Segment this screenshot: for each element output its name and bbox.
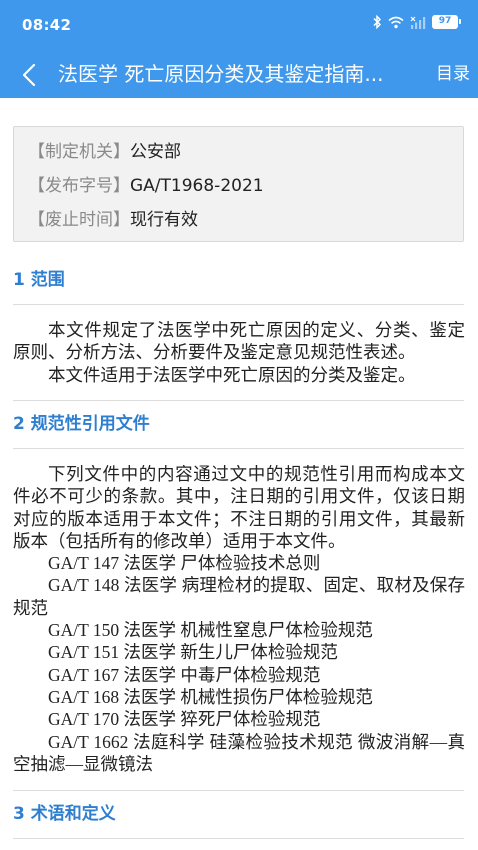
reference-item: GA/T 168 法医学 机械性损伤尸体检验规范 (48, 686, 373, 707)
section-divider (13, 448, 464, 449)
document-content[interactable]: 【制定机关】公安部 【发布字号】GA/T1968-2021 【废止时间】现行有效… (0, 98, 478, 850)
section-heading-scope: 1 范围 (13, 270, 65, 290)
paragraph: 下列文件中的内容通过文中的规范性引用而构成本文件必不可少的条款。其中，注日期的引… (13, 464, 465, 551)
reference-item: GA/T 148 法医学 病理检材的提取、固定、取材及保存规范 (13, 575, 465, 618)
meta-label: 【废止时间】 (28, 210, 130, 230)
section-divider (13, 304, 464, 305)
section-divider (13, 790, 464, 791)
chevron-left-icon (22, 63, 36, 87)
meta-row-expiry: 【废止时间】现行有效 (28, 203, 463, 237)
meta-value: 公安部 (130, 142, 181, 162)
reference-item: GA/T 1662 法庭科学 硅藻检验技术规范 微波消解—真空抽滤—显微镜法 (13, 731, 465, 774)
reference-item: GA/T 151 法医学 新生儿尸体检验规范 (48, 642, 338, 663)
reference-item: GA/T 150 法医学 机械性窒息尸体检验规范 (48, 620, 373, 641)
paragraph: 本文件规定了法医学中死亡原因的定义、分类、鉴定原则、分析方法、分析要件及鉴定意见… (13, 320, 465, 363)
meta-label: 【发布字号】 (28, 176, 130, 196)
meta-value: GA/T1968-2021 (130, 176, 264, 196)
reference-item: GA/T 167 法医学 中毒尸体检验规范 (48, 664, 321, 685)
toc-button[interactable]: 目录 (436, 60, 470, 88)
status-time: 08:42 (22, 16, 72, 34)
section-divider (13, 838, 464, 839)
battery-icon: 97 (432, 15, 461, 29)
section-heading-normative-refs: 2 规范性引用文件 (13, 414, 150, 434)
page-title: 法医学 死亡原因分类及其鉴定指南... (58, 62, 384, 86)
meta-row-authority: 【制定机关】公安部 (28, 135, 463, 169)
reference-item: GA/T 170 法医学 猝死尸体检验规范 (48, 709, 321, 730)
status-icons: 97 (372, 15, 461, 29)
meta-row-doc-number: 【发布字号】GA/T1968-2021 (28, 169, 463, 203)
reference-item: GA/T 147 法医学 尸体检验技术总则 (48, 553, 321, 574)
meta-label: 【制定机关】 (28, 142, 130, 162)
paragraph: 本文件适用于法医学中死亡原因的分类及鉴定。 (48, 364, 416, 385)
meta-value: 现行有效 (130, 210, 198, 230)
section-body-normative-refs: 下列文件中的内容通过文中的规范性引用而构成本文件必不可少的条款。其中，注日期的引… (13, 463, 465, 775)
wifi-icon (388, 16, 404, 29)
bluetooth-icon (372, 15, 382, 29)
app-bar: 法医学 死亡原因分类及其鉴定指南... 目录 (0, 52, 478, 98)
section-body-scope: 本文件规定了法医学中死亡原因的定义、分类、鉴定原则、分析方法、分析要件及鉴定意见… (13, 319, 465, 386)
signal-icon (410, 16, 426, 29)
section-heading-terms: 3 术语和定义 (13, 804, 116, 824)
status-bar: 08:42 97 (0, 0, 478, 52)
back-button[interactable] (14, 58, 44, 92)
metadata-box: 【制定机关】公安部 【发布字号】GA/T1968-2021 【废止时间】现行有效 (13, 126, 464, 242)
section-divider (13, 400, 464, 401)
